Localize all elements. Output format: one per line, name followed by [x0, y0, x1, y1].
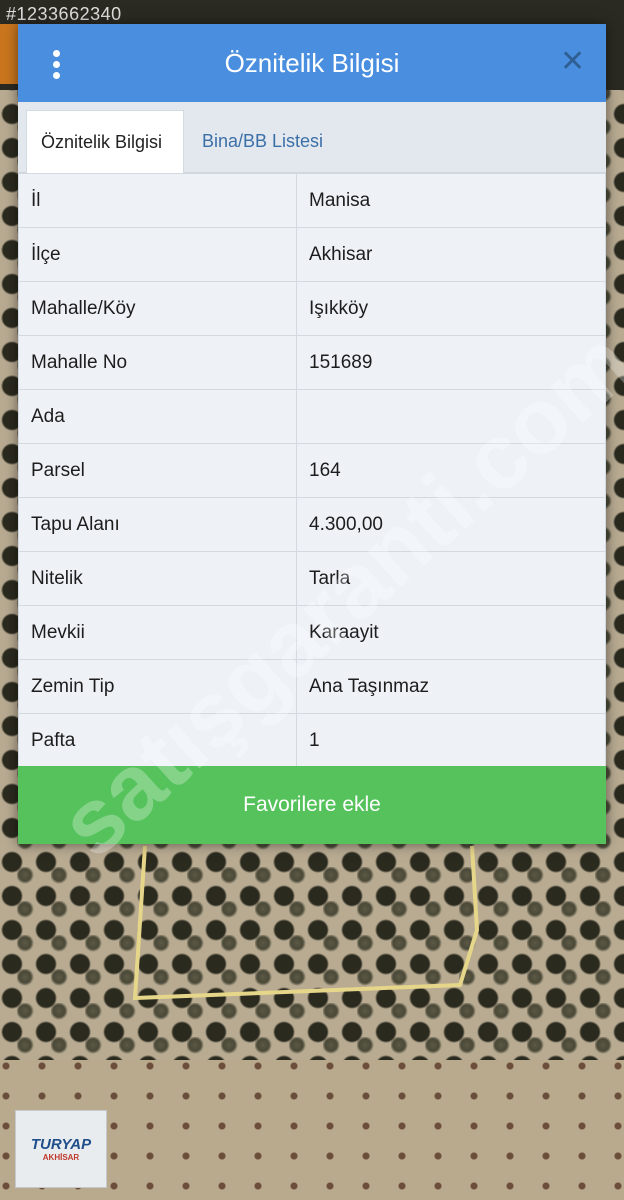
attribute-table: İl Manisa İlçe Akhisar Mahalle/Köy Işıkköy … [18, 173, 606, 768]
logo-subtitle: AKHİSAR [42, 1153, 80, 1162]
more-vertical-icon[interactable] [50, 50, 62, 80]
table-row: Pafta 1 [18, 713, 606, 768]
table-row: Zemin Tip Ana Taşınmaz [18, 659, 606, 714]
table-row: Mevkii Karaayit [18, 605, 606, 660]
row-value: Karaayit [296, 605, 606, 660]
table-row: Ada [18, 389, 606, 444]
tab-bar: Öznitelik Bilgisi Bina/BB Listesi [18, 102, 606, 173]
close-icon[interactable]: ✕ [560, 47, 585, 77]
table-row: Mahalle No 151689 [18, 335, 606, 390]
row-value: 4.300,00 [296, 497, 606, 552]
row-key: Parsel [18, 443, 297, 498]
row-value: 151689 [296, 335, 606, 390]
row-value: Ana Taşınmaz [296, 659, 606, 714]
table-row: Mahalle/Köy Işıkköy [18, 281, 606, 336]
tab-building-list[interactable]: Bina/BB Listesi [188, 110, 337, 172]
row-key: Mevkii [18, 605, 297, 660]
company-logo: TURYAP AKHİSAR [15, 1110, 107, 1188]
row-key: Nitelik [18, 551, 297, 606]
table-row: İlçe Akhisar [18, 227, 606, 282]
row-value: Manisa [296, 173, 606, 228]
tab-attributes[interactable]: Öznitelik Bilgisi [26, 110, 184, 173]
table-row: İl Manisa [18, 173, 606, 228]
row-key: Tapu Alanı [18, 497, 297, 552]
add-to-favorites-button[interactable]: Favorilere ekle [18, 766, 606, 844]
row-key: İlçe [18, 227, 297, 282]
row-key: Mahalle/Köy [18, 281, 297, 336]
table-row: Parsel 164 [18, 443, 606, 498]
row-key: Zemin Tip [18, 659, 297, 714]
row-value: 164 [296, 443, 606, 498]
row-value: Işıkköy [296, 281, 606, 336]
attribute-dialog: Öznitelik Bilgisi ✕ Öznitelik Bilgisi Bi… [18, 24, 606, 844]
row-value: 1 [296, 713, 606, 768]
row-key: Ada [18, 389, 297, 444]
dialog-header: Öznitelik Bilgisi ✕ [18, 24, 606, 102]
row-value: Akhisar [296, 227, 606, 282]
row-key: Mahalle No [18, 335, 297, 390]
table-row: Nitelik Tarla [18, 551, 606, 606]
row-key: Pafta [18, 713, 297, 768]
logo-name: TURYAP [30, 1136, 92, 1153]
row-value [296, 389, 606, 444]
row-value: Tarla [296, 551, 606, 606]
row-key: İl [18, 173, 297, 228]
dialog-title: Öznitelik Bilgisi [224, 47, 400, 78]
table-row: Tapu Alanı 4.300,00 [18, 497, 606, 552]
